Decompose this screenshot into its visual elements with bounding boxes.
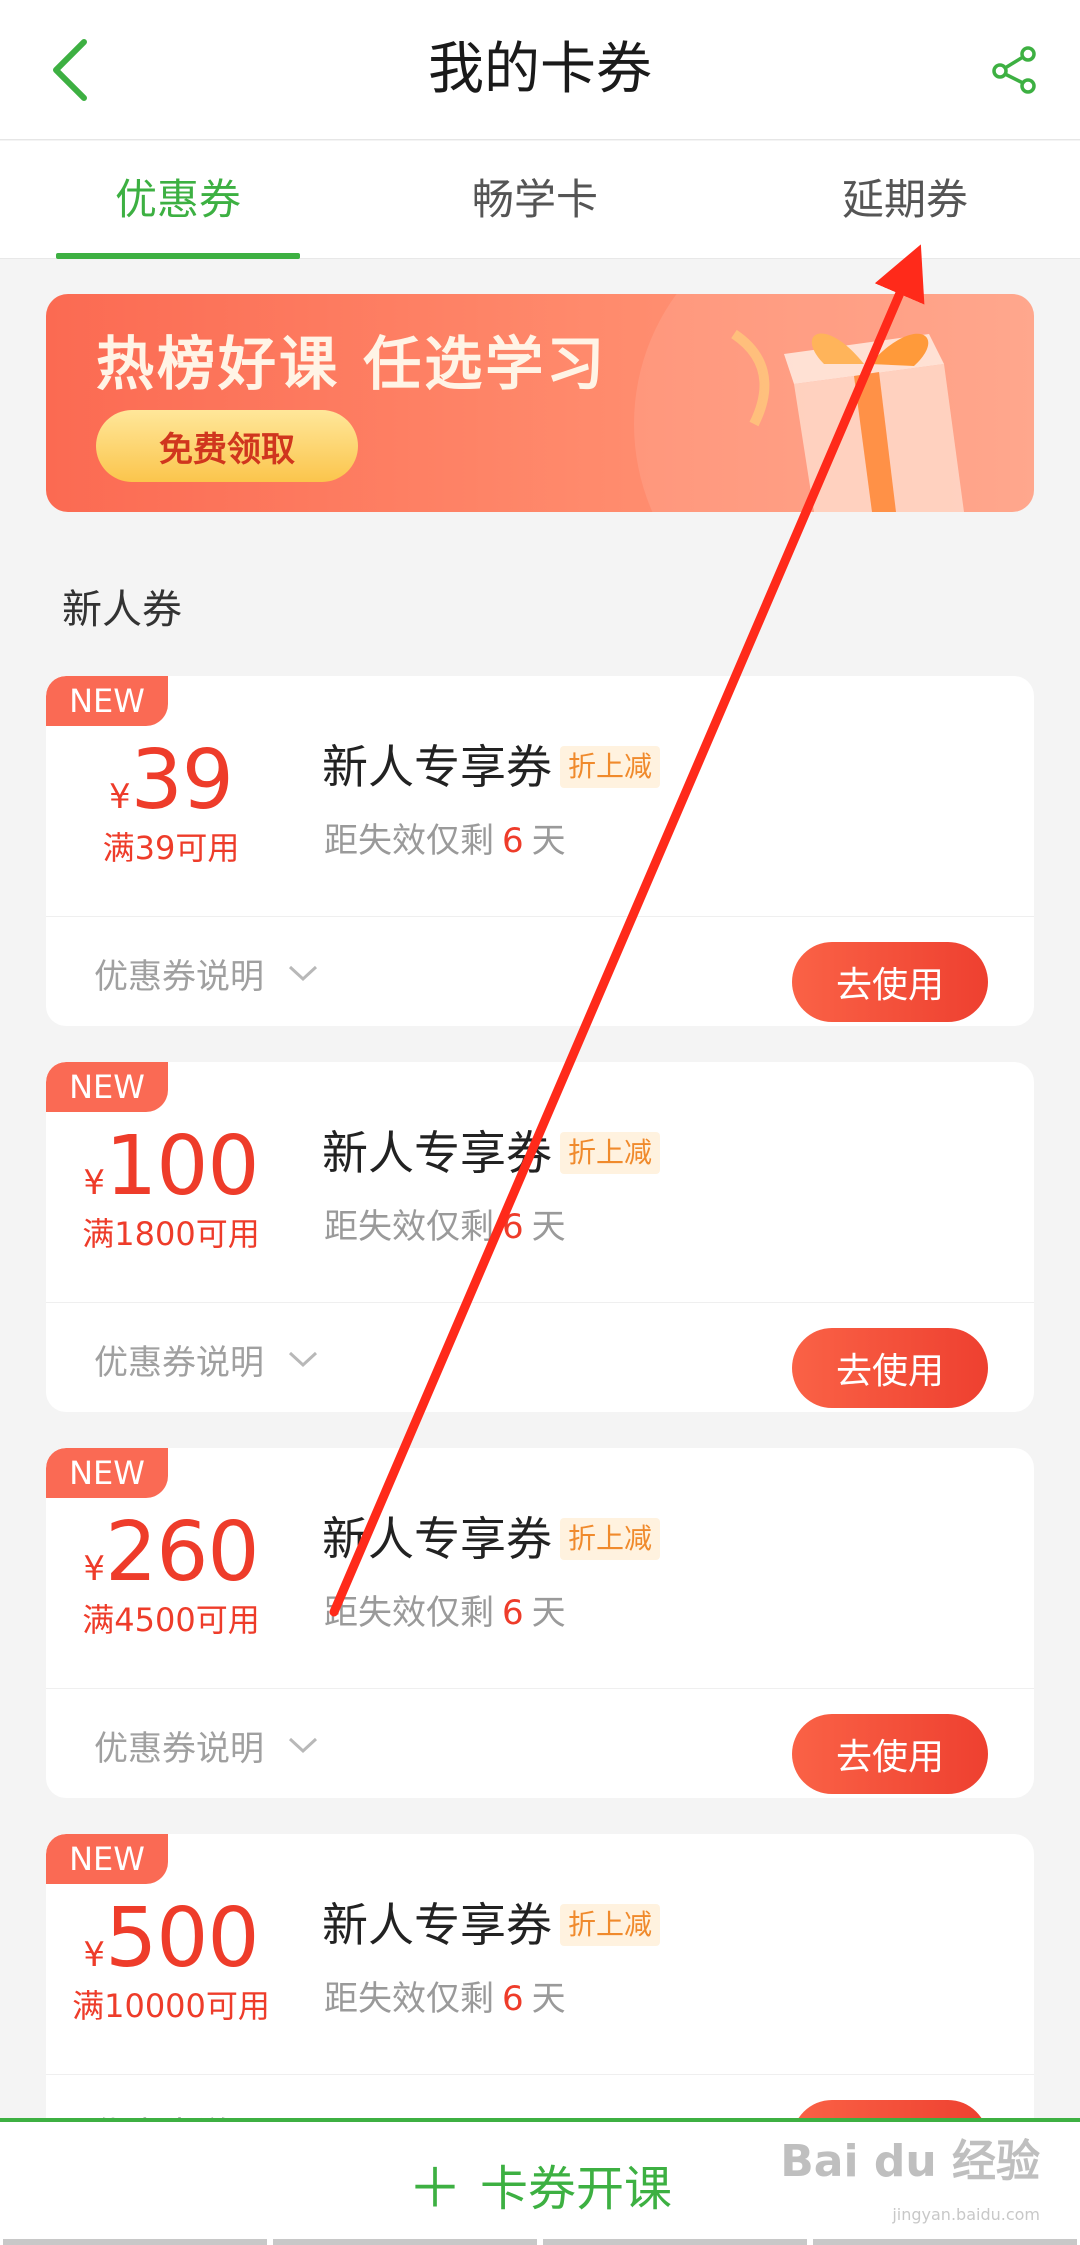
gift-box-icon <box>731 329 964 512</box>
chevron-down-icon <box>288 964 318 982</box>
coupon-amount: 260 <box>105 1505 260 1600</box>
divider <box>46 1302 1034 1303</box>
currency-symbol: ¥ <box>83 1935 106 1975</box>
baidu-watermark: Bai du 经验 <box>780 2136 1040 2187</box>
coupon-name: 新人专享券 <box>322 1512 552 1566</box>
tab-extension-coupons[interactable]: 延期券 <box>780 141 1030 259</box>
use-coupon-button[interactable]: 去使用 <box>792 1714 988 1794</box>
expiry-suffix: 天 <box>531 821 566 861</box>
coupon-expiry: 距失效仅剩 6 天 <box>324 1588 566 1638</box>
nav-segment <box>813 2239 1077 2245</box>
app-header: 我的卡券 <box>0 0 1080 140</box>
currency-symbol: ¥ <box>83 1549 106 1589</box>
coupon-top: NEW ¥100 满1800可用 新人专享券 折上减 距失效仅剩 6 天 <box>46 1062 1034 1302</box>
coupon-description-toggle[interactable]: 优惠券说明 <box>94 1314 318 1404</box>
coupon-card: NEW ¥39 满39可用 新人专享券 折上减 距失效仅剩 6 天 优惠券说明 去使… <box>46 676 1034 1026</box>
coupon-expiry: 距失效仅剩 6 天 <box>324 1202 566 1252</box>
divider <box>46 916 1034 917</box>
coupon-expiry: 距失效仅剩 6 天 <box>324 1974 566 2024</box>
expiry-suffix: 天 <box>531 1207 566 1247</box>
coupon-amount-block: ¥39 满39可用 <box>46 736 296 868</box>
coupon-description-toggle[interactable]: 优惠券说明 <box>94 928 318 1018</box>
coupon-amount: 39 <box>130 733 234 828</box>
coupon-amount-line: ¥500 <box>46 1894 296 1984</box>
divider <box>46 1688 1034 1689</box>
coupon-tag: 折上减 <box>560 1518 661 1560</box>
promo-banner[interactable]: 热榜好课 任选学习 免费领取 <box>46 294 1034 512</box>
coupon-card: NEW ¥100 满1800可用 新人专享券 折上减 距失效仅剩 6 天 优惠券说明… <box>46 1062 1034 1412</box>
coupon-expiry: 距失效仅剩 6 天 <box>324 816 566 866</box>
coupon-description-toggle[interactable]: 优惠券说明 <box>94 1700 318 1790</box>
coupon-tag: 折上减 <box>560 1904 661 1946</box>
currency-symbol: ¥ <box>109 777 131 817</box>
new-badge: NEW <box>46 676 168 726</box>
new-badge: NEW <box>46 1448 168 1498</box>
nav-segment <box>3 2239 267 2245</box>
page-title: 我的卡券 <box>428 37 652 102</box>
tab-bar: 优惠券 畅学卡 延期券 <box>0 141 1080 259</box>
section-title: 新人券 <box>62 587 182 633</box>
expiry-prefix: 距失效仅剩 <box>324 821 494 861</box>
system-nav-bar <box>0 2239 1080 2245</box>
coupon-top: NEW ¥500 满10000可用 新人专享券 折上减 距失效仅剩 6 天 <box>46 1834 1034 2074</box>
coupon-amount-line: ¥260 <box>46 1508 296 1598</box>
share-button[interactable] <box>980 35 1050 105</box>
coupon-amount-block: ¥100 满1800可用 <box>46 1122 296 1254</box>
description-label: 优惠券说明 <box>94 1728 264 1769</box>
plus-icon: ＋ <box>407 2157 462 2220</box>
coupon-name-row: 新人专享券 折上减 <box>322 732 661 802</box>
coupon-name: 新人专享券 <box>322 1898 552 1952</box>
coupon-card: NEW ¥260 满4500可用 新人专享券 折上减 距失效仅剩 6 天 优惠券说明… <box>46 1448 1034 1798</box>
expiry-prefix: 距失效仅剩 <box>324 1979 494 2019</box>
share-icon <box>992 46 1036 94</box>
chevron-down-icon <box>288 1350 318 1368</box>
expiry-suffix: 天 <box>531 1979 566 2019</box>
coupon-condition: 满39可用 <box>102 829 240 867</box>
active-tab-indicator <box>56 253 300 259</box>
nav-segment <box>543 2239 807 2245</box>
coupon-name-row: 新人专享券 折上减 <box>322 1890 661 1960</box>
tab-coupons[interactable]: 优惠券 <box>56 141 300 259</box>
coupon-name-row: 新人专享券 折上减 <box>322 1118 661 1188</box>
coupon-amount: 100 <box>105 1119 260 1214</box>
coupon-name-row: 新人专享券 折上减 <box>322 1504 661 1574</box>
coupon-amount-line: ¥39 <box>46 736 296 826</box>
expiry-days: 6 <box>502 1979 524 2019</box>
coupon-top: NEW ¥39 满39可用 新人专享券 折上减 距失效仅剩 6 天 <box>46 676 1034 916</box>
new-badge: NEW <box>46 1834 168 1884</box>
use-coupon-button[interactable]: 去使用 <box>792 1328 988 1408</box>
coupon-name: 新人专享券 <box>322 740 552 794</box>
watermark-url: jingyan.baidu.com <box>892 2205 1040 2224</box>
expiry-prefix: 距失效仅剩 <box>324 1593 494 1633</box>
description-label: 优惠券说明 <box>94 1342 264 1383</box>
tab-study-card[interactable]: 畅学卡 <box>410 141 660 259</box>
coupon-tag: 折上减 <box>560 746 661 788</box>
coupon-amount-line: ¥100 <box>46 1122 296 1212</box>
description-label: 优惠券说明 <box>94 956 264 997</box>
coupon-top: NEW ¥260 满4500可用 新人专享券 折上减 距失效仅剩 6 天 <box>46 1448 1034 1688</box>
coupon-amount: 500 <box>105 1891 260 1986</box>
coupon-tag: 折上减 <box>560 1132 661 1174</box>
chevron-down-icon <box>288 1736 318 1754</box>
coupon-condition: 满10000可用 <box>72 1987 270 2025</box>
expiry-prefix: 距失效仅剩 <box>324 1207 494 1247</box>
coupon-amount-block: ¥500 满10000可用 <box>46 1894 296 2026</box>
coupon-condition: 满4500可用 <box>82 1601 260 1639</box>
bottom-button-label: 卡券开课 <box>479 2160 672 2217</box>
divider <box>46 2074 1034 2075</box>
coupon-condition: 满1800可用 <box>82 1215 260 1253</box>
currency-symbol: ¥ <box>83 1163 106 1203</box>
expiry-days: 6 <box>502 1207 524 1247</box>
new-badge: NEW <box>46 1062 168 1112</box>
coupon-amount-block: ¥260 满4500可用 <box>46 1508 296 1640</box>
use-coupon-button[interactable]: 去使用 <box>792 942 988 1022</box>
banner-claim-button[interactable]: 免费领取 <box>96 410 358 482</box>
expiry-suffix: 天 <box>531 1593 566 1633</box>
coupon-name: 新人专享券 <box>322 1126 552 1180</box>
expiry-days: 6 <box>502 821 524 861</box>
banner-title: 热榜好课 任选学习 <box>96 330 608 398</box>
expiry-days: 6 <box>502 1593 524 1633</box>
nav-segment <box>273 2239 537 2245</box>
